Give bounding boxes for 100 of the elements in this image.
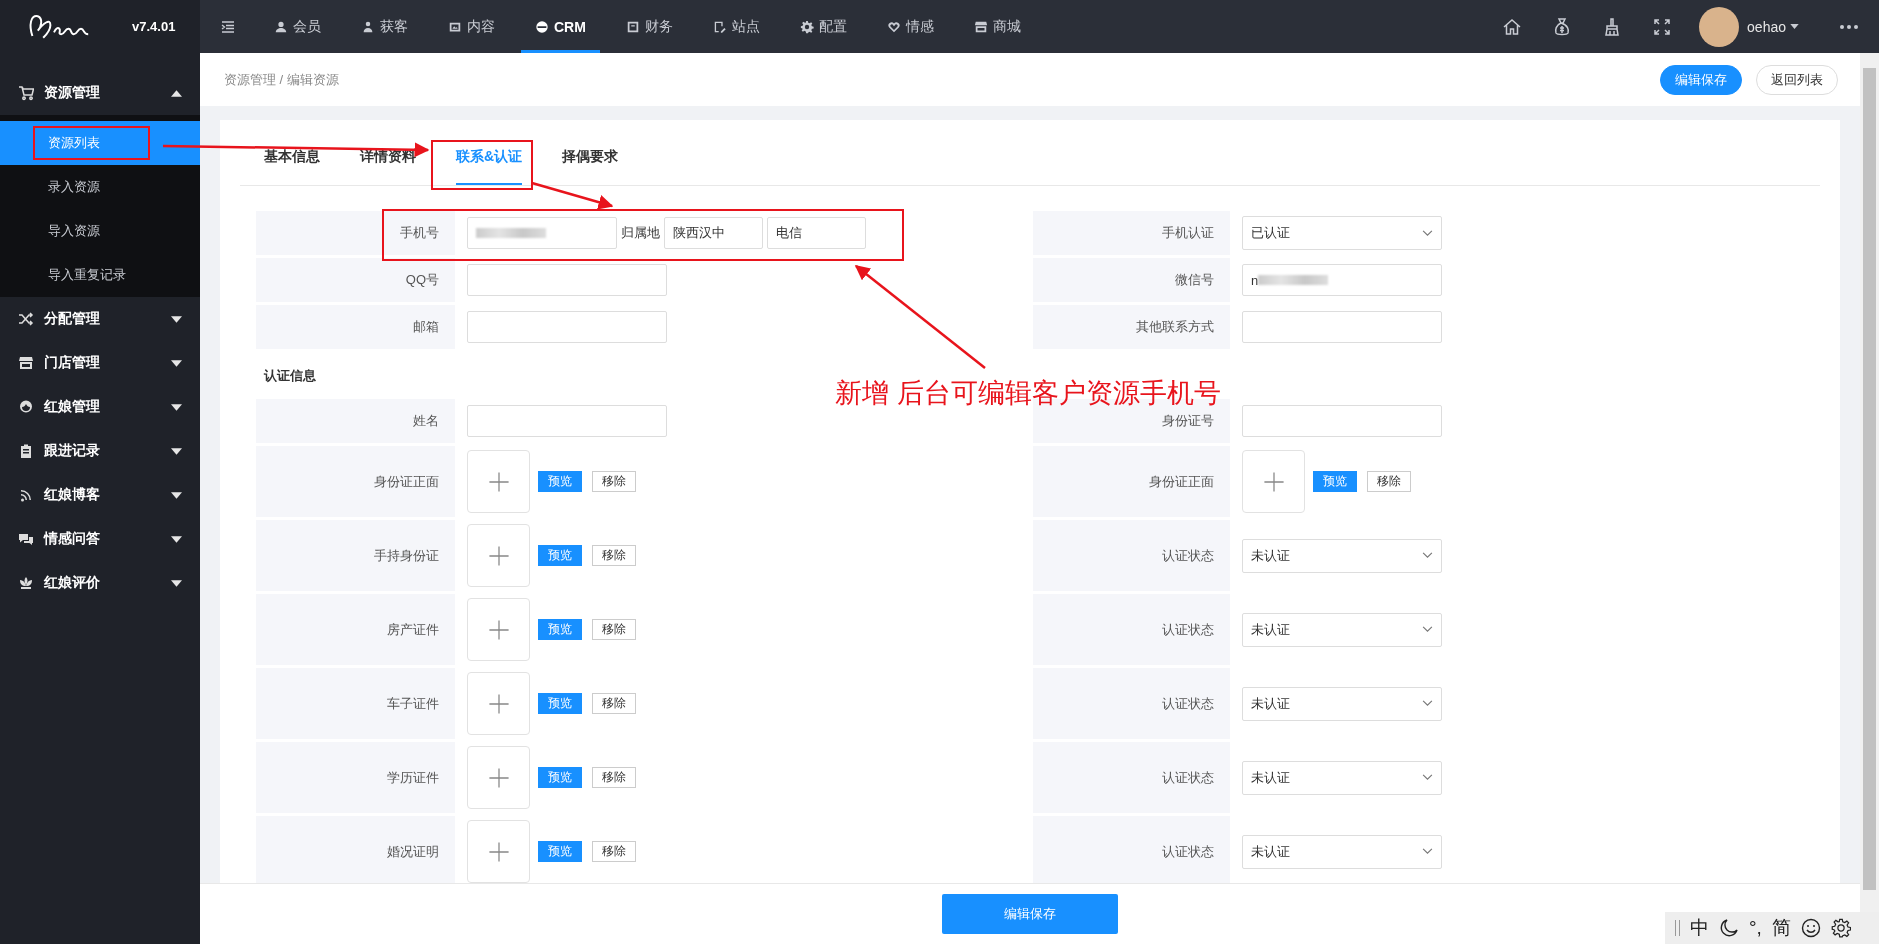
select-field[interactable]: 未认证: [1242, 538, 1442, 573]
sidebar-item[interactable]: 导入资源: [0, 209, 200, 253]
upload-box[interactable]: [1242, 450, 1305, 513]
upload-box[interactable]: [467, 820, 530, 883]
sidebar-group[interactable]: 红娘评价: [0, 561, 200, 605]
shuffle-icon: [18, 311, 34, 327]
field-label: 婚况证明: [256, 816, 455, 883]
nav-tab[interactable]: 获客: [347, 0, 422, 53]
input-field[interactable]: n: [1242, 264, 1442, 296]
sidebar-item[interactable]: 录入资源: [0, 165, 200, 209]
caret-icon: [171, 403, 182, 411]
plus-icon: [1261, 469, 1286, 494]
upload-box[interactable]: [467, 746, 530, 809]
home-icon[interactable]: [1502, 16, 1523, 37]
shop-icon: [973, 19, 988, 34]
remove-button[interactable]: 移除: [592, 545, 636, 566]
field-label: 认证状态: [1033, 816, 1230, 883]
version-label: v7.4.01: [132, 19, 176, 34]
ime-button[interactable]: °,: [1749, 917, 1762, 939]
moon-icon[interactable]: [1719, 918, 1739, 938]
sidebar-group[interactable]: 分配管理: [0, 297, 200, 341]
gear-icon: [799, 19, 814, 34]
caret-icon: [171, 447, 182, 455]
field-label: 认证状态: [1033, 594, 1230, 665]
caret-icon: [171, 89, 182, 97]
rss-icon: [18, 487, 34, 503]
tab[interactable]: 详情资料: [360, 148, 416, 185]
chevron-down-icon: [1422, 552, 1433, 559]
select-field[interactable]: 未认证: [1242, 612, 1442, 647]
field-label: QQ号: [256, 258, 455, 302]
remove-button[interactable]: 移除: [1367, 471, 1411, 492]
select-field[interactable]: 未认证: [1242, 834, 1442, 869]
select-field[interactable]: 未认证: [1242, 760, 1442, 795]
more-icon[interactable]: [1839, 23, 1859, 30]
field-label: 姓名: [256, 399, 455, 443]
menu-icon[interactable]: [220, 18, 236, 35]
field-label: 房产证件: [256, 594, 455, 665]
header-button[interactable]: 返回列表: [1756, 64, 1838, 95]
upload-box[interactable]: [467, 524, 530, 587]
chat-icon: [18, 531, 34, 547]
plus-icon: [486, 617, 511, 642]
nav-tab[interactable]: 配置: [785, 0, 861, 53]
sidebar-group[interactable]: 资源管理: [0, 71, 200, 115]
sidebar-group[interactable]: 情感问答: [0, 517, 200, 561]
user-name[interactable]: oehao: [1747, 18, 1786, 35]
avatar[interactable]: [1699, 6, 1740, 47]
remove-button[interactable]: 移除: [592, 841, 636, 862]
caret-icon[interactable]: [1790, 24, 1799, 29]
smiley-icon[interactable]: [1800, 918, 1821, 938]
sidebar-group[interactable]: 门店管理: [0, 341, 200, 385]
plus-icon: [486, 543, 511, 568]
sidebar-group[interactable]: 红娘管理: [0, 385, 200, 429]
upload-box[interactable]: [467, 672, 530, 735]
location-field[interactable]: 陕西汉中: [664, 217, 763, 249]
input-field[interactable]: [1242, 405, 1442, 437]
ime-button[interactable]: 简: [1771, 915, 1791, 941]
upload-box[interactable]: [467, 598, 530, 661]
remove-button[interactable]: 移除: [592, 471, 636, 492]
input-field[interactable]: [467, 405, 667, 437]
edit-icon: [712, 19, 727, 34]
field-label: 身份证正面: [256, 446, 455, 517]
fullscreen-icon[interactable]: [1652, 16, 1673, 37]
nav-tab[interactable]: 情感: [872, 0, 948, 53]
tab[interactable]: 择偶要求: [562, 148, 619, 185]
remove-button[interactable]: 移除: [592, 619, 636, 640]
field-label: 手机认证: [1033, 211, 1230, 255]
tab[interactable]: 基本信息: [264, 148, 320, 185]
sidebar-group[interactable]: 红娘博客: [0, 473, 200, 517]
remove-button[interactable]: 移除: [592, 693, 636, 714]
heart-icon: [886, 19, 901, 34]
field-label: 认证状态: [1033, 668, 1230, 739]
field-label: 其他联系方式: [1033, 305, 1230, 349]
field-label: 微信号: [1033, 258, 1230, 302]
caret-icon: [171, 491, 182, 499]
plus-icon: [486, 469, 511, 494]
nav-tab[interactable]: 财务: [611, 0, 687, 53]
phone-field[interactable]: [467, 217, 617, 249]
field-label: 学历证件: [256, 742, 455, 813]
carrier-field[interactable]: 电信: [767, 217, 866, 249]
input-field[interactable]: [467, 264, 667, 296]
upload-box[interactable]: [467, 450, 530, 513]
sidebar-item[interactable]: 导入重复记录: [0, 253, 200, 297]
chevron-down-icon: [1422, 626, 1433, 633]
field-label: 身份证正面: [1033, 446, 1230, 517]
plus-icon: [486, 765, 511, 790]
lotus-icon: [18, 575, 34, 591]
sidebar-group[interactable]: 跟进记录: [0, 429, 200, 473]
remove-button[interactable]: 移除: [592, 767, 636, 788]
ime-button[interactable]: 中: [1690, 915, 1709, 941]
settings-icon[interactable]: [1830, 918, 1851, 938]
input-field[interactable]: [467, 311, 667, 343]
nav-tab[interactable]: 会员: [260, 0, 335, 53]
nav-tab[interactable]: 内容: [434, 0, 509, 53]
input-field[interactable]: [1242, 311, 1442, 343]
field-label: 认证状态: [1033, 742, 1230, 813]
nav-tab[interactable]: 站点: [698, 0, 774, 53]
plus-icon: [486, 691, 511, 716]
select-field[interactable]: 已认证: [1242, 216, 1442, 250]
select-field[interactable]: 未认证: [1242, 686, 1442, 721]
nav-tab[interactable]: 商城: [959, 0, 1035, 53]
